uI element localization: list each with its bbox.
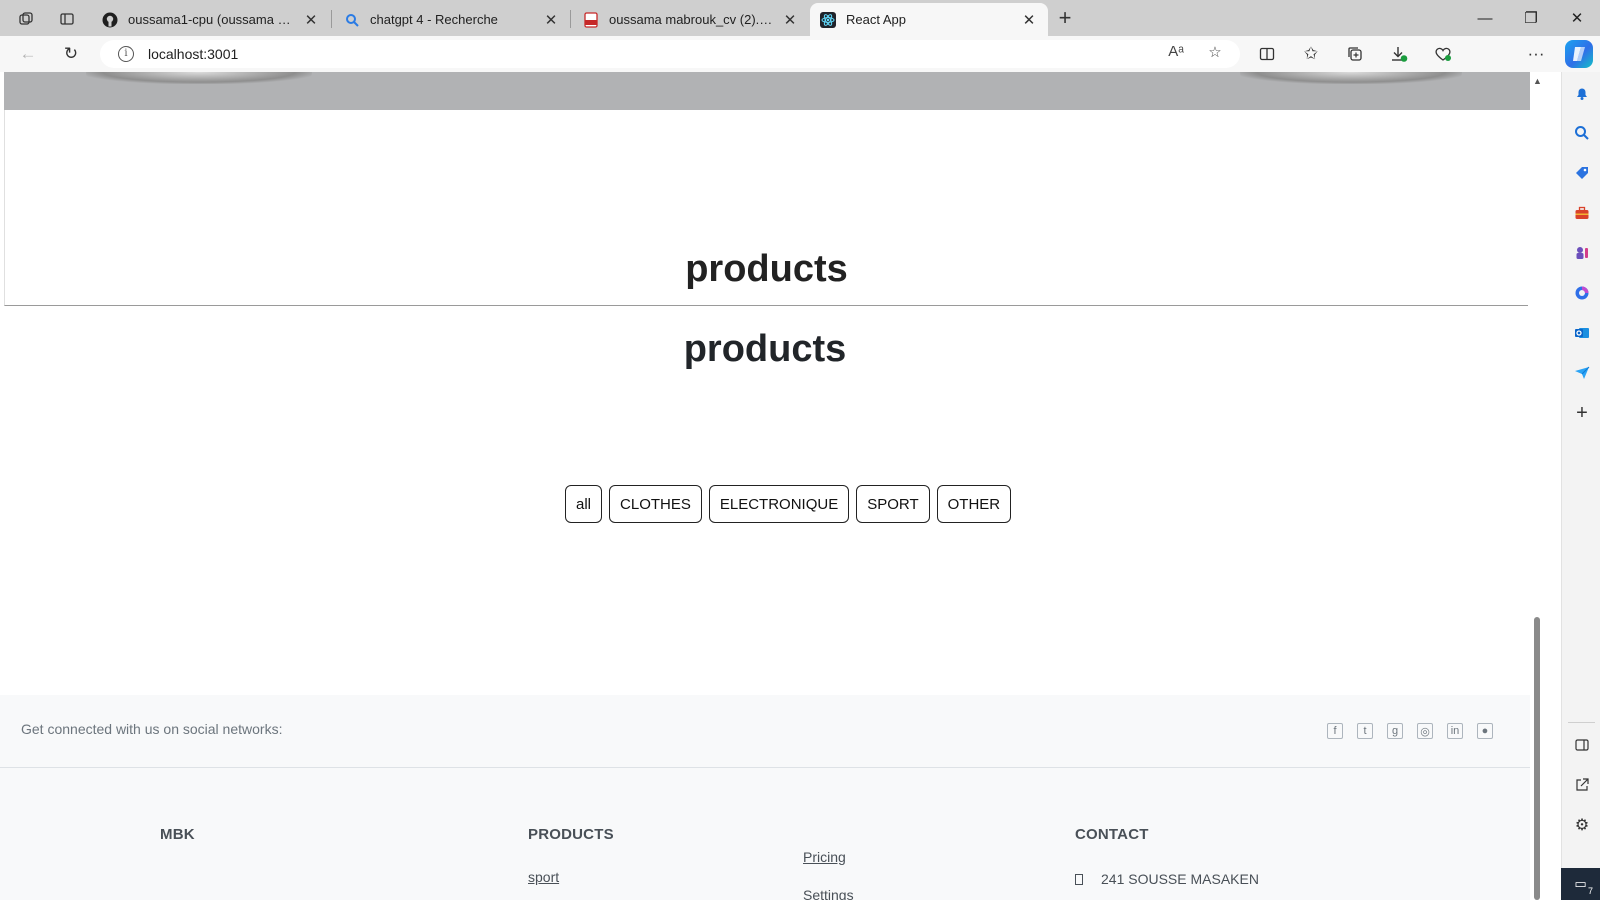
page-viewport: products products all CLOTHES ELECTRONIQ… [0,72,1530,900]
filter-other-button[interactable]: OTHER [936,485,1012,523]
tab-separator [331,10,332,28]
filter-sport-button[interactable]: SPORT [856,485,930,523]
sticky-header-overlay: products [4,110,1528,306]
google-icon[interactable]: g [1387,723,1403,739]
tab-title: oussama1-cpu (oussama mabrouk) [128,12,296,27]
footer-products-heading: PRODUCTS [528,826,614,843]
site-info-icon[interactable]: i [118,46,134,62]
edge-sidebar: + ⚙ [1561,72,1600,900]
read-aloud-icon[interactable]: A͏ᵃ [1165,43,1187,60]
collections-icon[interactable] [1341,40,1369,68]
browser-toolbar: ← ↻ i localhost:3001 A͏ᵃ ☆ ✩ ··· [0,36,1600,102]
footer-link-sport[interactable]: sport [528,869,559,885]
social-icons: f t g ◎ in ● [1327,723,1493,739]
linkedin-icon[interactable]: in [1447,723,1463,739]
hero-decoration [86,72,312,84]
split-screen-icon[interactable] [1253,40,1281,68]
footer-social-bar: Get connected with us on social networks… [0,695,1530,768]
tab-react-app[interactable]: React App ✕ [810,3,1048,36]
footer-contact-address: 241 SOUSSE MASAKEN [1075,871,1259,887]
sidebar-divider [1568,722,1595,723]
tab-title: chatgpt 4 - Recherche [370,12,498,27]
twitter-icon[interactable]: t [1357,723,1373,739]
search-icon [344,12,360,28]
tab-search[interactable]: chatgpt 4 - Recherche ✕ [334,3,570,36]
copilot-icon[interactable] [1565,40,1593,68]
microsoft-365-icon[interactable] [1569,280,1595,306]
hero-image [4,72,1530,110]
tab-actions-icon[interactable] [54,6,80,32]
close-icon[interactable]: ✕ [542,11,560,29]
footer-link-settings[interactable]: Settings [803,887,854,900]
hide-sidebar-icon[interactable] [1569,732,1595,758]
tools-icon[interactable] [1569,200,1595,226]
restore-button[interactable]: ❐ [1508,0,1554,36]
settings-gear-icon[interactable]: ⚙ [1569,812,1595,838]
scroll-up-arrow-icon[interactable]: ▲ [1533,76,1542,86]
downloads-icon[interactable] [1385,40,1413,68]
pdf-icon [583,11,599,28]
filter-electronique-button[interactable]: ELECTRONIQUE [708,485,850,523]
tab-github[interactable]: oussama1-cpu (oussama mabrouk) ✕ [92,3,330,36]
footer-contact-heading: CONTACT [1075,826,1149,843]
overlay-products-heading: products [685,248,848,290]
tab-title: oussama mabrouk_cv (2).pdf [609,12,775,27]
footer-main: MBK PRODUCTS sport Pricing Settings CONT… [0,768,1530,900]
favorites-icon[interactable]: ✩ [1297,40,1325,68]
favorite-star-icon[interactable]: ☆ [1204,43,1226,61]
more-menu-icon[interactable]: ··· [1522,40,1550,68]
bell-icon[interactable] [1569,80,1595,106]
close-icon[interactable]: ✕ [781,11,799,29]
add-icon[interactable]: + [1569,400,1595,426]
tab-strip: oussama1-cpu (oussama mabrouk) ✕ chatgpt… [0,0,1600,36]
tab-separator [570,10,571,28]
search-icon[interactable] [1569,120,1595,146]
games-icon[interactable] [1569,240,1595,266]
filter-all-button[interactable]: all [565,485,603,523]
instagram-icon[interactable]: ◎ [1417,723,1433,739]
outlook-icon[interactable] [1569,320,1595,346]
contact-address-text: 241 SOUSSE MASAKEN [1101,871,1259,887]
back-button[interactable]: ← [14,40,42,68]
close-window-button[interactable]: ✕ [1554,0,1600,36]
tab-pdf[interactable]: oussama mabrouk_cv (2).pdf ✕ [573,3,809,36]
react-icon [820,11,836,28]
hero-decoration [1240,72,1462,84]
close-icon[interactable]: ✕ [302,11,320,29]
external-link-icon[interactable] [1569,772,1595,798]
new-tab-button[interactable]: + [1052,6,1078,32]
social-text: Get connected with us on social networks… [21,721,283,737]
notification-center-button[interactable]: ▭ 7 [1561,868,1600,900]
send-icon[interactable] [1569,360,1595,386]
tab-title: React App [846,12,906,27]
minimize-button[interactable]: — [1462,0,1508,36]
github-icon [102,12,118,28]
workspaces-icon[interactable] [13,6,39,32]
products-heading: products [683,328,847,370]
close-icon[interactable]: ✕ [1020,11,1038,29]
browser-essentials-icon[interactable] [1429,40,1457,68]
github-icon[interactable]: ● [1477,723,1493,739]
footer-brand: MBK [160,826,195,843]
address-bar[interactable]: i localhost:3001 A͏ᵃ ☆ [100,40,1240,68]
shopping-tag-icon[interactable] [1569,160,1595,186]
footer-link-pricing[interactable]: Pricing [803,849,846,865]
facebook-icon[interactable]: f [1327,723,1343,739]
category-filters: all CLOTHES ELECTRONIQUE SPORT OTHER [565,485,1012,523]
notification-count: 7 [1587,886,1593,896]
address-url[interactable]: localhost:3001 [148,46,238,62]
scroll-thumb[interactable] [1534,617,1540,900]
page-scrollbar[interactable]: ▲ [1530,72,1544,900]
home-icon [1075,873,1083,885]
filter-clothes-button[interactable]: CLOTHES [609,485,702,523]
chat-icon: ▭ [1574,876,1587,891]
refresh-button[interactable]: ↻ [57,40,85,68]
